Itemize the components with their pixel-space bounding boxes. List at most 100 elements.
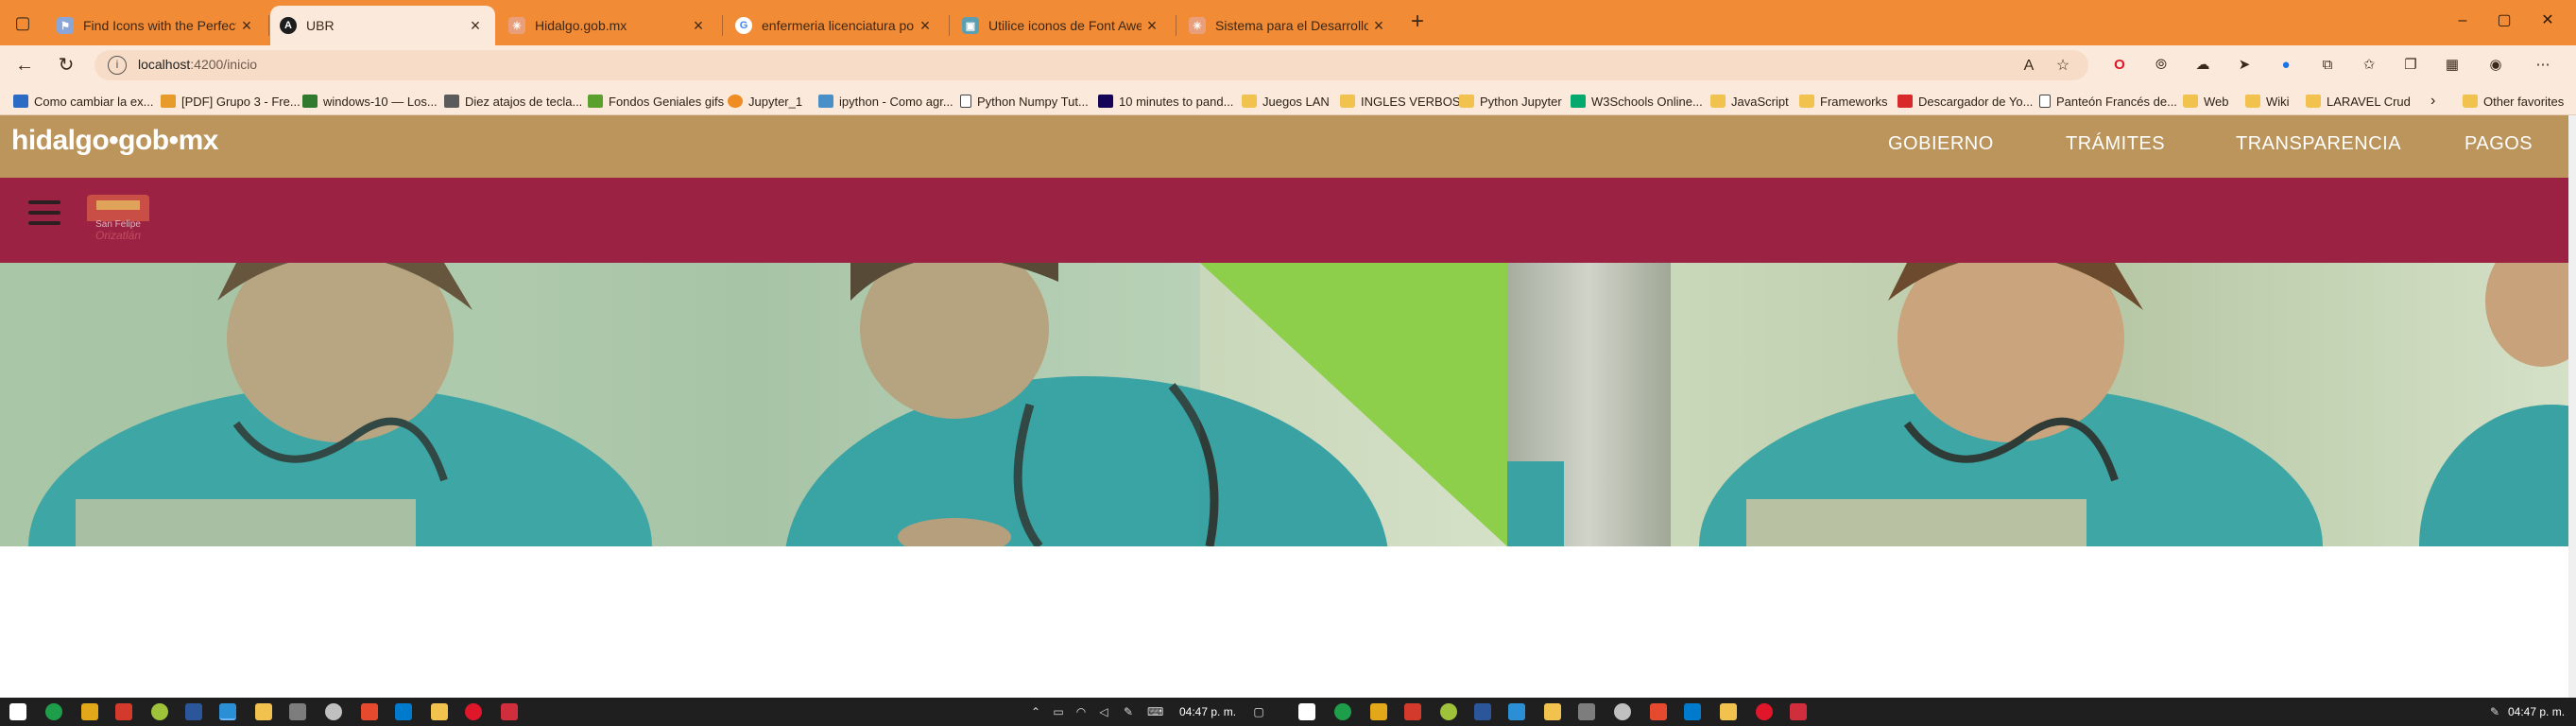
address-bar[interactable]: i localhost:4200/inicio A ☆ — [94, 50, 2088, 80]
bookmark-item[interactable]: [PDF] Grupo 3 - Fre... — [161, 91, 301, 112]
app-icon[interactable] — [1614, 703, 1631, 720]
info-icon[interactable]: i — [108, 56, 127, 75]
vscode-icon[interactable] — [395, 703, 412, 720]
back-button[interactable]: ← — [11, 52, 38, 78]
bookmark-folder[interactable]: Juegos LAN — [1242, 91, 1330, 112]
opera-extension-icon[interactable]: O — [2109, 55, 2130, 76]
minimize-button[interactable]: – — [2444, 8, 2482, 34]
bookmark-folder[interactable]: INGLES VERBOS — [1340, 91, 1460, 112]
broadcast-icon[interactable]: ⦾ — [2151, 55, 2172, 76]
app-icon[interactable] — [81, 703, 98, 720]
bookmark-folder[interactable]: Python Jupyter — [1459, 91, 1562, 112]
app-icon[interactable] — [151, 703, 168, 720]
bookmark-item[interactable]: Diez atajos de tecla... — [444, 91, 582, 112]
read-aloud-icon[interactable]: A — [2018, 56, 2039, 77]
app-icon[interactable] — [501, 703, 518, 720]
screenshot-icon[interactable]: ▦ — [2442, 55, 2463, 76]
word-icon[interactable] — [185, 703, 202, 720]
notifications-icon[interactable]: ▢ — [1251, 704, 1266, 719]
app-icon[interactable] — [45, 703, 62, 720]
pen-icon[interactable]: ✎ — [1121, 704, 1136, 719]
menu-hamburger-icon[interactable] — [28, 200, 60, 229]
tab-google-search[interactable]: G enfermeria licenciatura portada × — [726, 6, 945, 45]
nav-gobierno[interactable]: GOBIERNO — [1888, 133, 1994, 155]
close-icon[interactable]: × — [915, 16, 936, 36]
chevron-right-icon[interactable]: › — [2430, 91, 2435, 112]
bookmark-item[interactable]: Python Numpy Tut... — [960, 91, 1089, 112]
brand-logo[interactable]: hidalgo•gob•mx — [11, 125, 219, 157]
edge-browser-icon[interactable] — [219, 703, 236, 720]
favorites-icon[interactable]: ✩ — [2359, 55, 2379, 76]
edge-browser-icon[interactable] — [1508, 703, 1525, 720]
nav-transparencia[interactable]: TRANSPARENCIA — [2236, 133, 2401, 155]
bookmark-folder[interactable]: Frameworks — [1799, 91, 1888, 112]
collections-icon[interactable]: ❐ — [2400, 55, 2421, 76]
other-favorites-folder[interactable]: Other favorites — [2463, 91, 2564, 112]
bookmark-item[interactable]: windows-10 — Los... — [302, 91, 438, 112]
app-icon[interactable] — [1404, 703, 1421, 720]
clock-center[interactable]: 04:47 p. m. — [1179, 705, 1236, 718]
tab-find-icons[interactable]: ⚑ Find Icons with the Perfect Look × — [47, 6, 266, 45]
maximize-button[interactable]: ▢ — [2485, 8, 2523, 34]
app-icon[interactable] — [1790, 703, 1807, 720]
app-icon[interactable] — [1650, 703, 1667, 720]
opera-icon[interactable] — [1756, 703, 1773, 720]
bookmark-item[interactable]: Como cambiar la ex... — [13, 91, 153, 112]
cloud-icon[interactable]: ☁ — [2192, 55, 2213, 76]
window-close-button[interactable]: ✕ — [2529, 8, 2567, 34]
bookmark-folder[interactable]: Wiki — [2245, 91, 2290, 112]
bookmark-folder[interactable]: Web — [2183, 91, 2229, 112]
tab-sistema-desarrollo[interactable]: ✳ Sistema para el Desarrollo Integ × — [1179, 6, 1399, 45]
close-icon[interactable]: × — [688, 16, 709, 36]
app-icon[interactable] — [1578, 703, 1595, 720]
reload-button[interactable]: ↻ — [53, 52, 79, 78]
keyboard-icon[interactable]: ⌨ — [1147, 704, 1163, 719]
page-scrollbar[interactable] — [2568, 115, 2576, 698]
bookmark-folder[interactable]: LARAVEL Crud — [2306, 91, 2411, 112]
file-explorer-icon[interactable] — [1720, 703, 1737, 720]
clock-right[interactable]: 04:47 p. m. — [2508, 705, 2565, 718]
tab-ubr[interactable]: A UBR × — [270, 6, 495, 45]
volume-icon[interactable]: ◁ — [1096, 704, 1111, 719]
vscode-icon[interactable] — [1684, 703, 1701, 720]
pen-icon[interactable]: ✎ — [2487, 704, 2502, 719]
send-icon[interactable]: ➤ — [2234, 55, 2255, 76]
extensions-icon[interactable]: ⧉ — [2317, 55, 2338, 76]
close-icon[interactable]: × — [1142, 16, 1162, 36]
bookmark-item[interactable]: Panteón Francés de... — [2039, 91, 2177, 112]
start-button[interactable] — [9, 703, 26, 720]
app-icon[interactable] — [1370, 703, 1387, 720]
extension-blue-icon[interactable]: ● — [2275, 55, 2296, 76]
bookmark-item[interactable]: W3Schools Online... — [1571, 91, 1703, 112]
wifi-icon[interactable]: ◠ — [1073, 704, 1089, 719]
app-icon[interactable] — [1544, 703, 1561, 720]
battery-icon[interactable]: ▭ — [1051, 704, 1066, 719]
favorite-star-icon[interactable]: ☆ — [2052, 56, 2073, 77]
bookmark-folder[interactable]: JavaScript — [1710, 91, 1789, 112]
opera-icon[interactable] — [465, 703, 482, 720]
word-icon[interactable] — [1474, 703, 1491, 720]
close-icon[interactable]: × — [1368, 16, 1389, 36]
app-icon[interactable] — [255, 703, 272, 720]
app-icon[interactable] — [361, 703, 378, 720]
bookmark-item[interactable]: Descargador de Yo... — [1898, 91, 2033, 112]
nav-pagos[interactable]: PAGOS — [2464, 133, 2533, 155]
address-url[interactable]: localhost:4200/inicio — [138, 57, 257, 72]
bookmark-item[interactable]: Fondos Geniales gifs — [588, 91, 724, 112]
nav-tramites[interactable]: TRÁMITES — [2066, 133, 2165, 155]
new-tab-button[interactable]: + — [1404, 9, 1431, 36]
tab-actions-icon[interactable]: ▢ — [9, 9, 36, 36]
close-icon[interactable]: × — [465, 16, 486, 36]
tab-hidalgo[interactable]: ✳ Hidalgo.gob.mx × — [499, 6, 718, 45]
bookmark-item[interactable]: Jupyter_1 — [728, 91, 802, 112]
app-icon[interactable] — [1334, 703, 1351, 720]
app-icon[interactable] — [325, 703, 342, 720]
municipality-logo[interactable]: San Felipe Orizatlán — [79, 195, 157, 242]
chevron-up-icon[interactable]: ⌃ — [1028, 704, 1043, 719]
app-icon[interactable] — [115, 703, 132, 720]
start-button[interactable] — [1298, 703, 1315, 720]
tab-font-awesome[interactable]: ▣ Utilice iconos de Font Awesome × — [953, 6, 1172, 45]
profile-avatar-icon[interactable]: ◉ — [2485, 55, 2506, 76]
bookmark-item[interactable]: 10 minutes to pand... — [1098, 91, 1233, 112]
app-icon[interactable] — [289, 703, 306, 720]
